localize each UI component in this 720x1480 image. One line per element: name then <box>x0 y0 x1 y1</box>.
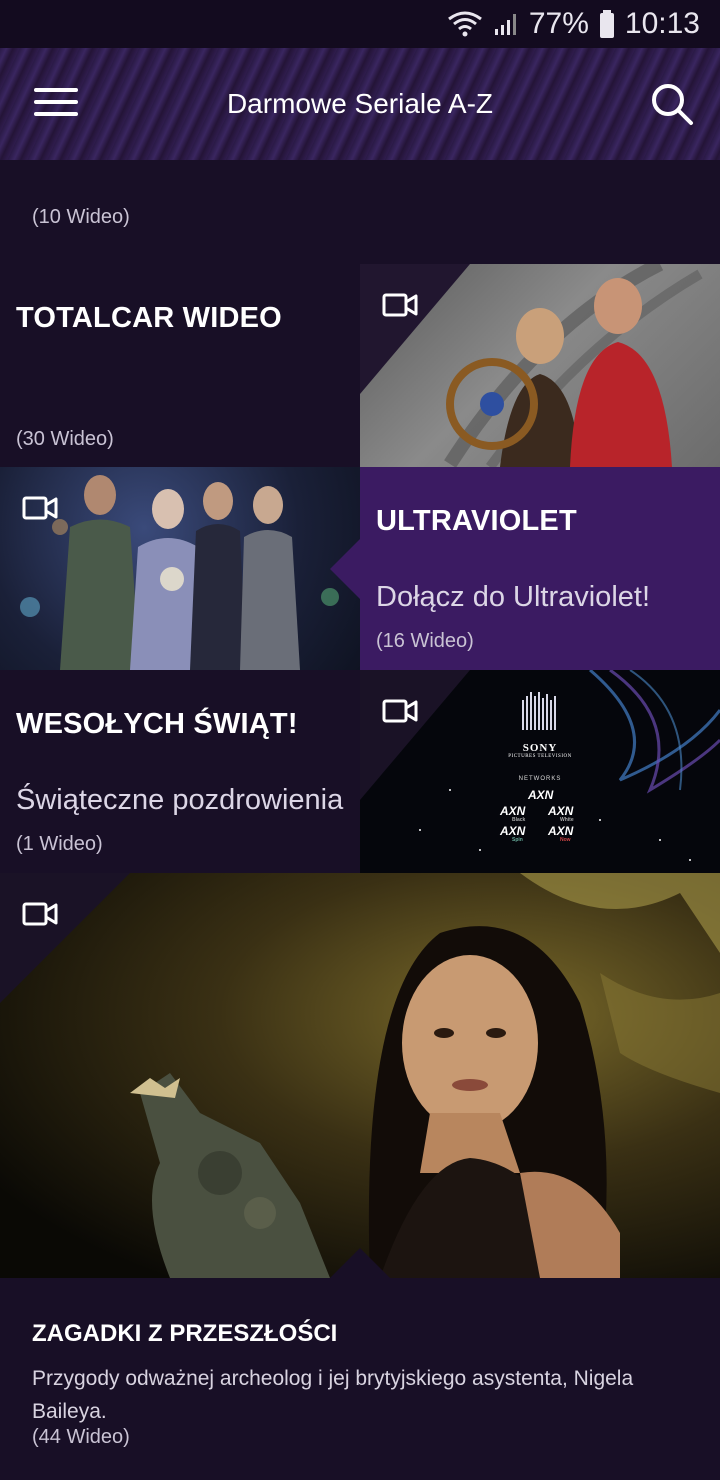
axn-logo: AXN <box>500 804 526 818</box>
page-title: Darmowe Seriale A-Z <box>226 88 494 119</box>
battery-icon <box>599 10 615 38</box>
series-thumbnail-totalcar[interactable] <box>360 264 720 467</box>
series-thumbnail-zagadki[interactable] <box>0 873 720 1278</box>
sony-logo: SONY PICTURES TELEVISION <box>500 742 580 759</box>
axn-logo: AXN <box>528 788 554 802</box>
series-subtitle: Dołącz do Ultraviolet! <box>376 581 650 613</box>
video-count: (30 Wideo) <box>16 428 114 450</box>
signal-icon <box>493 11 519 37</box>
axn-tag: Spin <box>512 837 523 843</box>
wifi-icon <box>447 11 483 37</box>
app-bar: Darmowe Seriale A-Z <box>0 48 720 160</box>
series-card-wesolych-swiat[interactable]: WESOŁYCH ŚWIĄT! Świąteczne pozdrowienia … <box>0 670 360 873</box>
series-card-zagadki[interactable]: ZAGADKI Z PRZESZŁOŚCI Przygody odważnej … <box>0 1248 720 1480</box>
sony-brand: SONY <box>522 742 558 754</box>
video-camera-icon <box>382 292 418 323</box>
axn-logo: AXN <box>548 804 574 818</box>
video-count: (10 Wideo) <box>32 206 130 228</box>
axn-tag: Now <box>560 837 571 843</box>
networks-label: NETWORKS <box>518 776 562 782</box>
series-title: ZAGADKI Z PRZESZŁOŚCI <box>32 1320 338 1347</box>
search-icon[interactable] <box>650 82 694 126</box>
clock: 10:13 <box>624 7 700 40</box>
axn-logo: AXN <box>500 824 526 838</box>
axn-logos: AXN AXN AXN AXN AXN Black White Spin Now <box>492 788 592 848</box>
status-bar: 77% 10:13 <box>0 0 720 48</box>
series-title: ULTRAVIOLET <box>376 505 577 537</box>
video-count: (44 Wideo) <box>32 1426 130 1448</box>
series-thumbnail-sony-axn[interactable]: SONY PICTURES TELEVISION NETWORKS AXN AX… <box>360 670 720 873</box>
video-camera-icon <box>22 901 58 932</box>
series-card-totalcar[interactable]: TOTALCAR WIDEO (30 Wideo) <box>0 264 360 467</box>
battery-percent: 77% <box>528 7 589 40</box>
series-card-ultraviolet[interactable]: ULTRAVIOLET Dołącz do Ultraviolet! (16 W… <box>330 467 720 670</box>
axn-tag: White <box>560 817 574 823</box>
axn-tag: Black <box>512 817 526 823</box>
axn-logo: AXN <box>548 824 574 838</box>
card-notch <box>330 1248 390 1278</box>
video-count: (16 Wideo) <box>376 630 474 652</box>
series-title: TOTALCAR WIDEO <box>16 302 282 334</box>
menu-icon[interactable] <box>34 88 78 120</box>
video-camera-icon <box>22 495 58 526</box>
series-thumbnail-ultraviolet[interactable] <box>0 467 360 670</box>
video-count: (1 Wideo) <box>16 833 103 855</box>
series-subtitle: Świąteczne pozdrowienia <box>16 784 344 816</box>
sony-line: PICTURES TELEVISION <box>508 754 572 759</box>
series-description: Przygody odważnej archeolog i jej brytyj… <box>32 1367 634 1423</box>
video-camera-icon <box>382 698 418 729</box>
series-title: WESOŁYCH ŚWIĄT! <box>16 708 298 740</box>
